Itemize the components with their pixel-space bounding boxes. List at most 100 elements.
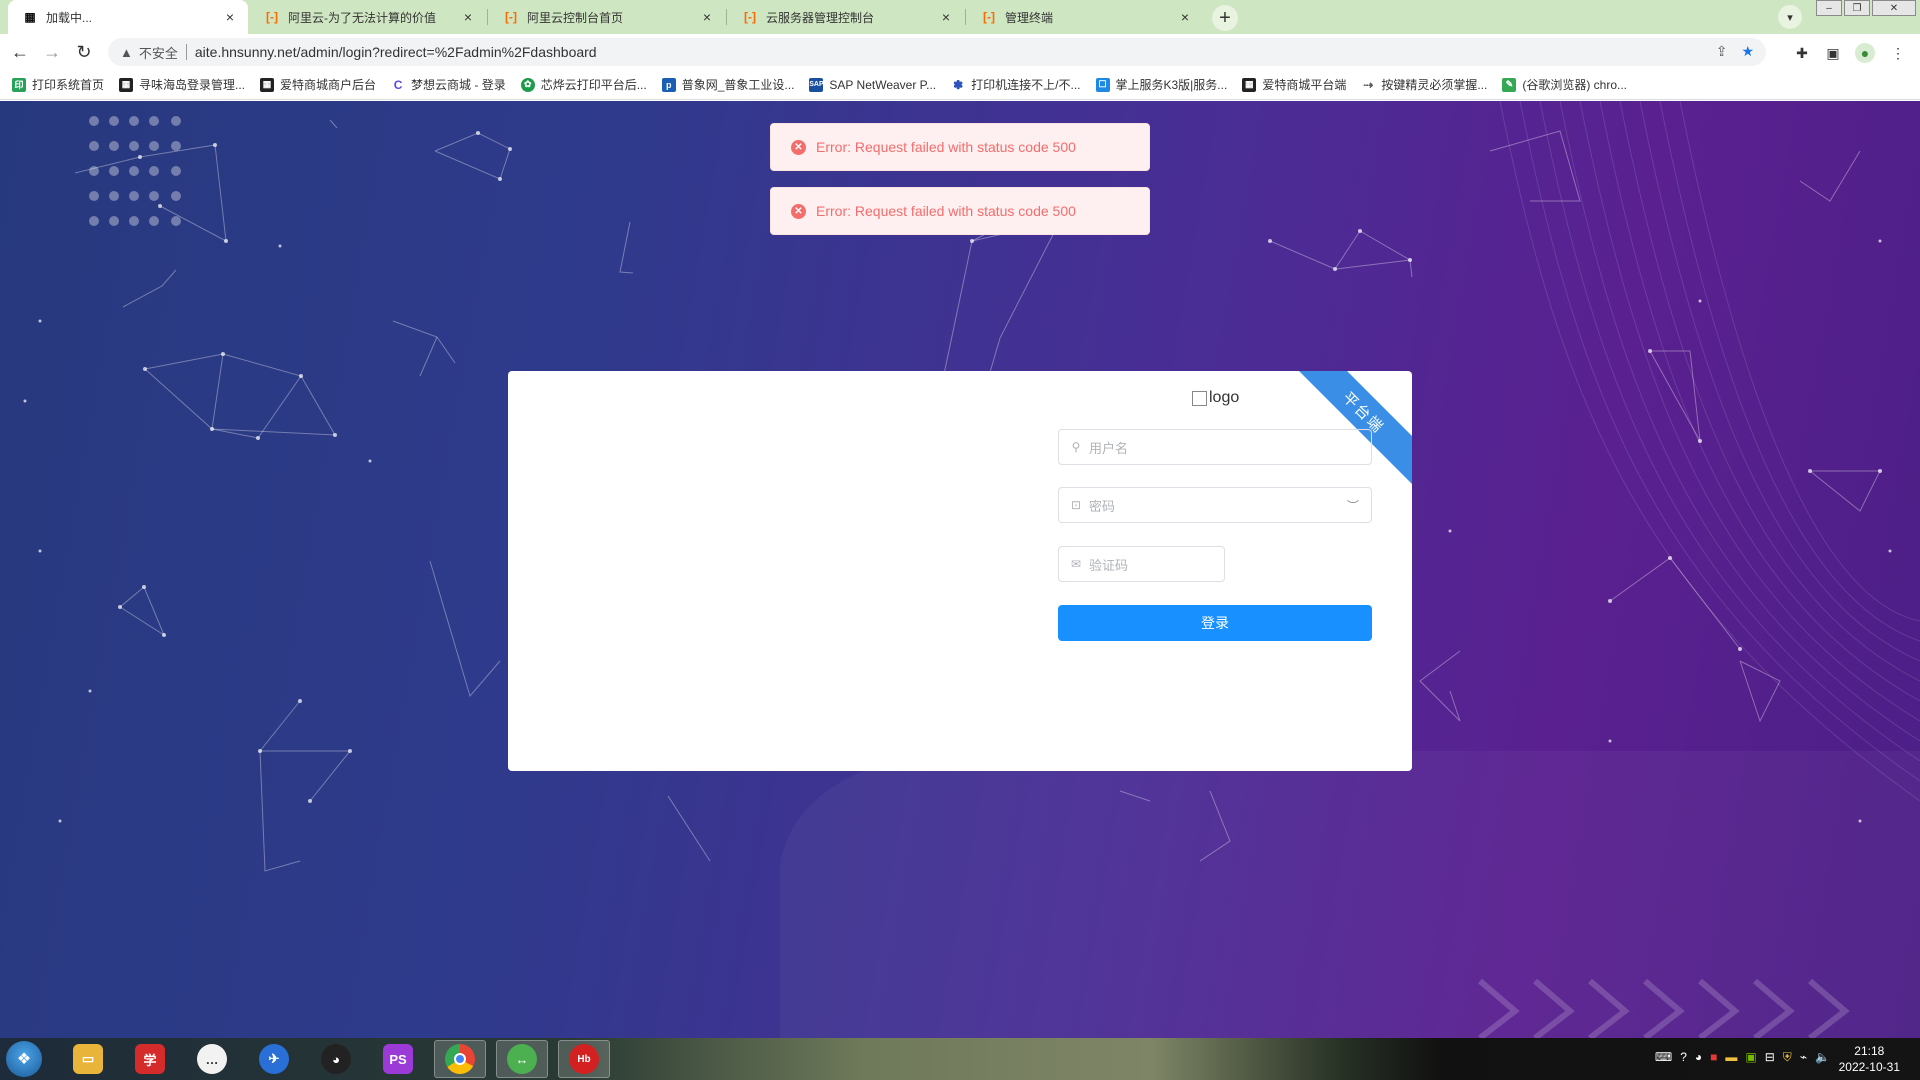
tray-folder-icon[interactable]: ▬: [1725, 1050, 1737, 1065]
start-button[interactable]: ❖: [6, 1041, 42, 1077]
bookmark-label: 普象网_普象工业设...: [681, 78, 795, 92]
qq-tray-icon[interactable]: ◕: [1695, 1050, 1702, 1065]
bookmark-item[interactable]: ✿ 芯烨云打印平台后...: [520, 76, 647, 93]
captcha-field[interactable]: ✉ 验证码: [1058, 546, 1225, 582]
help-icon[interactable]: ?: [1680, 1050, 1687, 1065]
tab-separator: [965, 9, 966, 25]
bookmark-label: 寻味海岛登录管理...: [139, 78, 246, 92]
tab-search-button[interactable]: ▾: [1778, 5, 1802, 29]
plane-icon: ✈: [259, 1044, 289, 1074]
forward-button[interactable]: →: [42, 42, 62, 62]
tab-title: 加载中...: [46, 10, 93, 25]
username-placeholder: 用户名: [1089, 440, 1129, 456]
tab-title: 管理终端: [1005, 10, 1054, 25]
bookmark-label: 爱特商城商户后台: [280, 78, 377, 92]
address-bar[interactable]: ▲ 不安全 aite.hnsunny.net/admin/login?redir…: [108, 38, 1766, 66]
tab-aliyun-console[interactable]: [-] 阿里云控制台首页 ×: [489, 0, 725, 34]
bookmark-item[interactable]: 印打印系统首页: [12, 76, 104, 93]
tray-red-icon[interactable]: ■: [1710, 1050, 1717, 1065]
tab-loading[interactable]: ▦ 加载中... ×: [8, 0, 248, 34]
volume-icon[interactable]: 🔈: [1815, 1050, 1830, 1065]
bookmark-item[interactable]: ▦ 爱特商城商户后台: [260, 76, 376, 93]
tab-separator: [726, 9, 727, 25]
close-tab-icon[interactable]: ×: [1177, 9, 1193, 25]
close-tab-icon[interactable]: ×: [222, 9, 238, 25]
tab-separator: [487, 9, 488, 25]
password-placeholder: 密码: [1089, 498, 1116, 514]
taskbar-app-qq[interactable]: ◕: [310, 1040, 362, 1078]
arrow-left-icon: ←: [11, 41, 29, 62]
reload-button[interactable]: ↻: [74, 42, 94, 62]
bookmark-label: 打印机连接不上/不...: [971, 78, 1081, 92]
window-controls: – ❐ ✕: [1814, 0, 1916, 18]
tab-terminal[interactable]: [-] 管理终端 ×: [967, 0, 1203, 34]
bookmark-item[interactable]: ▦ 爱特商城平台端: [1242, 76, 1346, 93]
bookmark-item[interactable]: C 梦想云商城 - 登录: [391, 76, 506, 93]
usb-icon[interactable]: ⌁: [1800, 1050, 1807, 1065]
bookmark-item[interactable]: p 普象网_普象工业设...: [661, 76, 795, 93]
bookmark-label: (谷歌浏览器) chro...: [1522, 78, 1628, 92]
windows-logo-icon: ❖: [16, 1051, 32, 1068]
login-page: ✕ Error: Request failed with status code…: [0, 101, 1920, 1038]
close-window-button[interactable]: ✕: [1872, 0, 1916, 16]
close-tab-icon[interactable]: ×: [460, 9, 476, 25]
bookmark-item[interactable]: SAP SAP NetWeaver P...: [809, 77, 937, 92]
bookmark-icon: ▦: [1242, 77, 1257, 92]
bookmark-item[interactable]: ⇢ 按键精灵必须掌握...: [1361, 76, 1487, 93]
keyboard-icon[interactable]: ⌨: [1655, 1050, 1672, 1065]
share-icon[interactable]: ⇪: [1716, 43, 1728, 60]
taskbar-app-explorer[interactable]: ▭: [62, 1040, 114, 1078]
username-field[interactable]: ⚲ 用户名: [1058, 429, 1372, 465]
system-clock[interactable]: 21:18 2022-10-31: [1839, 1043, 1900, 1075]
taskbar-app-blue[interactable]: ✈: [248, 1040, 300, 1078]
side-panel-icon[interactable]: ▣: [1823, 43, 1843, 63]
taskbar-app-chrome[interactable]: [434, 1040, 486, 1078]
bookmark-label: 梦想云商城 - 登录: [411, 78, 506, 92]
profile-avatar[interactable]: ●: [1855, 43, 1875, 63]
bookmark-label: SAP NetWeaver P...: [829, 77, 937, 92]
close-tab-icon[interactable]: ×: [699, 9, 715, 25]
bookmark-label: 芯烨云打印平台后...: [540, 78, 647, 92]
captcha-placeholder: 验证码: [1089, 557, 1129, 573]
taskbar-app-hbuilder[interactable]: Hb: [558, 1040, 610, 1078]
wave-lines: [1499, 101, 1920, 802]
bookmark-item[interactable]: ✎ (谷歌浏览器) chro...: [1502, 76, 1627, 93]
bookmark-item[interactable]: ✽ 打印机连接不上/不...: [951, 76, 1081, 93]
tab-ecs-console[interactable]: [-] 云服务器管理控制台 ×: [728, 0, 964, 34]
password-field[interactable]: ⊡ 密码 ︶: [1058, 487, 1372, 523]
omnibox-actions: ⇪ ★: [1716, 43, 1754, 60]
new-tab-button[interactable]: +: [1212, 5, 1238, 31]
url-text[interactable]: aite.hnsunny.net/admin/login?redirect=%2…: [195, 44, 597, 60]
bookmark-icon: ✽: [951, 77, 966, 92]
aliyun-icon: [-]: [983, 10, 995, 24]
login-button[interactable]: 登录: [1058, 605, 1372, 641]
taskbar-app-phpstorm[interactable]: PS: [372, 1040, 424, 1078]
back-button[interactable]: ←: [10, 42, 30, 62]
hn-logo-icon: ▦: [24, 10, 36, 24]
broken-image-icon: [1192, 390, 1207, 406]
bookmark-icon: ✿: [520, 77, 535, 92]
bookmark-item[interactable]: ☐ 掌上服务K3版|服务...: [1095, 76, 1227, 93]
close-tab-icon[interactable]: ×: [938, 9, 954, 25]
star-icon[interactable]: ★: [1741, 43, 1754, 60]
bookmark-item[interactable]: ▦ 寻味海岛登录管理...: [119, 76, 245, 93]
aliyun-icon: [-]: [744, 10, 756, 24]
tab-title: 阿里云控制台首页: [527, 10, 624, 25]
network-icon[interactable]: ⊟: [1765, 1050, 1775, 1065]
taskbar-app-wechat[interactable]: …: [186, 1040, 238, 1078]
eye-closed-icon[interactable]: ︶: [1347, 497, 1359, 514]
extensions-icon[interactable]: ✚: [1792, 43, 1812, 63]
bg-shape: [780, 751, 1920, 1038]
menu-icon[interactable]: ⋮: [1888, 43, 1908, 63]
nvidia-icon[interactable]: ▣: [1745, 1050, 1756, 1065]
chevron-down-icon: ▾: [1787, 11, 1793, 24]
maximize-button[interactable]: ❐: [1844, 0, 1870, 16]
folder-icon: ▭: [73, 1044, 103, 1074]
taskbar-app-xuexi[interactable]: 学: [124, 1040, 176, 1078]
clock-time: 21:18: [1854, 1044, 1885, 1058]
user-icon: ⚲: [1071, 440, 1081, 454]
minimize-button[interactable]: –: [1816, 0, 1842, 16]
shield-icon[interactable]: ⛨: [1783, 1050, 1792, 1065]
taskbar-app-green[interactable]: ↔: [496, 1040, 548, 1078]
tab-aliyun-home[interactable]: [-] 阿里云-为了无法计算的价值 ×: [250, 0, 486, 34]
